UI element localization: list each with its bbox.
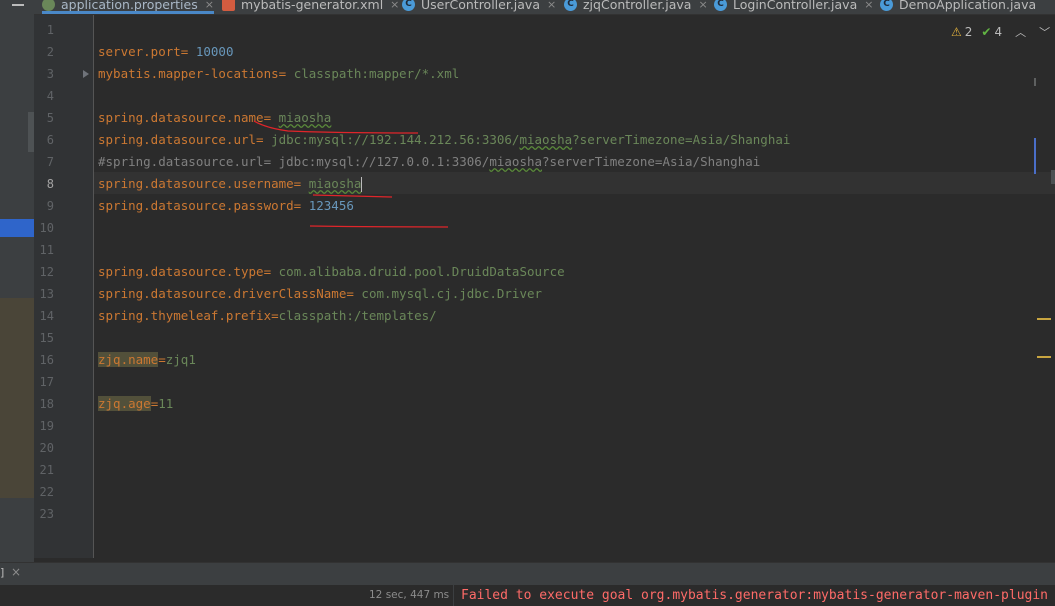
check-icon: ✔ bbox=[981, 25, 992, 39]
warning-count: 2 bbox=[964, 25, 973, 39]
run-output-panel: 12 sec, 447 ms Failed to execute goal or… bbox=[0, 585, 1055, 606]
panel-divider[interactable] bbox=[453, 585, 454, 606]
error-stripe-marker[interactable] bbox=[1037, 318, 1051, 320]
annotation-underline-password bbox=[309, 225, 449, 228]
red-annotation-strokes bbox=[253, 120, 449, 228]
error-stripe-marker[interactable] bbox=[1037, 356, 1051, 358]
annotation-underline-username bbox=[312, 194, 393, 198]
run-tool-tab-bar: ] × bbox=[0, 562, 1055, 585]
right-edge-marker bbox=[1051, 170, 1055, 184]
chevron-down-icon[interactable]: ﹀ bbox=[1039, 24, 1050, 40]
run-tab-label[interactable]: ] bbox=[0, 566, 4, 579]
warning-icon: ⚠ bbox=[951, 25, 962, 39]
annotation-underline-name bbox=[253, 120, 419, 134]
weak-warning-count: 4 bbox=[994, 25, 1003, 39]
run-error-message: Failed to execute goal org.mybatis.gener… bbox=[461, 588, 1048, 603]
chevron-up-icon[interactable]: ︿ bbox=[1015, 24, 1026, 40]
close-icon[interactable]: × bbox=[11, 565, 21, 579]
scrollbar-thumb[interactable] bbox=[1034, 78, 1036, 86]
change-marker bbox=[1034, 138, 1036, 174]
run-elapsed-time: 12 sec, 447 ms bbox=[369, 589, 450, 601]
inspection-widget[interactable]: ⚠ 2 ✔ 4 ︿ ﹀ bbox=[951, 24, 1050, 40]
